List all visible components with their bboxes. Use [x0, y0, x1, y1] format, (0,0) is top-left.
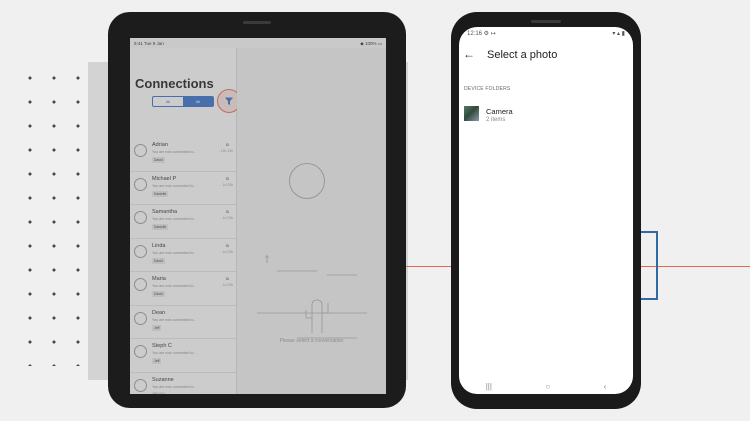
avatar-icon — [134, 211, 147, 224]
segmented-control[interactable]: All All — [152, 96, 214, 107]
connection-tag: Jeff — [152, 324, 162, 331]
connection-message: You are now connected to... — [152, 183, 197, 188]
segment-all-1[interactable]: All — [153, 97, 183, 106]
folder-count: 2 items — [486, 117, 506, 123]
camera-folder-thumbnail — [464, 106, 479, 121]
connection-time: - 1d 23h — [220, 249, 233, 254]
connection-name: Dean — [152, 309, 166, 316]
list-item[interactable]: Linda You are now connected to... David ⍺ - … — [130, 239, 236, 272]
connection-time: - 1d 23h — [220, 216, 233, 220]
connection-name: Linda — [152, 242, 166, 249]
connection-message: You are now connected to... — [152, 384, 197, 389]
conversation-detail-pane: Please select a conversation — [237, 48, 386, 394]
avatar-icon — [134, 378, 147, 392]
bell-icon: ⍺ — [225, 142, 229, 148]
connection-name: Maria — [152, 276, 166, 282]
tablet-device: 9:41 Tue 9 Jan ◆ 100% ▭ Connections All … — [108, 12, 406, 408]
connection-tag: David — [152, 391, 165, 394]
phone-status-icons: ▾ ▴ ▮ — [612, 31, 625, 37]
avatar-icon — [134, 345, 147, 358]
dot-grid-decoration — [18, 66, 96, 366]
back-arrow-icon[interactable]: ← — [463, 47, 475, 61]
phone-status-time: 12:16 ⚙ ↦ — [467, 31, 496, 37]
folder-item-camera[interactable]: Camera 2 items — [459, 102, 633, 132]
connection-tag: David — [152, 157, 165, 163]
tablet-screen: 9:41 Tue 9 Jan ◆ 100% ▭ Connections All … — [130, 38, 386, 394]
connection-message: You are now connected to... — [152, 250, 197, 255]
nav-back-button[interactable]: ‹ — [604, 382, 607, 391]
connection-name: Steph C — [152, 343, 172, 349]
connection-tag: Danielle — [152, 190, 169, 197]
connection-tag: Jeff — [152, 358, 162, 364]
app-bar: ← Select a photo — [459, 41, 633, 71]
avatar-icon — [134, 278, 147, 291]
phone-status-bar: 12:16 ⚙ ↦ ▾ ▴ ▮ — [459, 27, 633, 39]
connection-tag: David — [152, 291, 165, 297]
avatar-icon — [134, 144, 147, 157]
filter-icon — [225, 97, 233, 105]
list-item[interactable]: SuzanneYou are now connected to... David — [130, 373, 236, 394]
list-item[interactable]: Adrian You are now connected to... David ⍺ -… — [130, 138, 236, 172]
connection-message: You are now connected to... — [152, 284, 197, 288]
avatar-icon — [134, 177, 147, 191]
connection-name: Suzanne — [152, 376, 174, 383]
bracket-decoration — [640, 231, 658, 300]
connection-tag: David — [152, 257, 165, 264]
connection-time: - 1d 23h — [220, 283, 233, 287]
segment-all-2[interactable]: All — [183, 97, 213, 106]
connection-message: You are now connected to... — [152, 150, 197, 154]
connection-time: - 1d 23h — [220, 182, 233, 187]
nav-recent-button[interactable]: ||| — [486, 382, 492, 391]
empty-state-circle — [289, 163, 325, 199]
list-item[interactable]: Samantha You are now connected to... Danie… — [130, 205, 236, 239]
bell-icon: ⍺ — [225, 242, 229, 249]
screen-title: Select a photo — [487, 49, 558, 61]
page-title: Connections — [135, 76, 214, 91]
connection-tag: Danielle — [152, 224, 169, 230]
list-item[interactable]: Steph C You are now connected to... Jeff — [130, 339, 236, 373]
empty-state-hint: Please select a conversation — [279, 338, 344, 344]
list-item[interactable]: Michael P You are now connected to... Dani… — [130, 172, 236, 205]
connection-name: Michael P — [152, 175, 177, 182]
list-item[interactable]: Dean You are now connected to... Jeff — [130, 306, 236, 339]
connection-message: You are now connected to... — [152, 317, 197, 322]
phone-speaker — [531, 20, 561, 23]
system-nav-bar: ||| ○ ‹ — [459, 379, 633, 394]
tablet-speaker — [243, 21, 271, 24]
connection-name: Adrian — [152, 142, 168, 148]
bell-icon: ⍺ — [225, 175, 229, 182]
list-item[interactable]: Maria You are now connected to... David ⍺ - … — [130, 272, 236, 306]
connection-name: Samantha — [152, 209, 178, 215]
tablet-status-bar: 9:41 Tue 9 Jan ◆ 100% ▭ — [130, 38, 386, 48]
connector-line-left — [405, 266, 453, 267]
phone-screen: 12:16 ⚙ ↦ ▾ ▴ ▮ ← Select a photo DEVICE … — [459, 27, 633, 394]
tablet-status-time: 9:41 Tue 9 Jan — [134, 41, 164, 46]
nav-home-button[interactable]: ○ — [545, 382, 550, 391]
tablet-status-battery: ◆ 100% ▭ — [360, 41, 382, 46]
avatar-icon — [134, 311, 147, 325]
connection-message: You are now connected to... — [152, 351, 197, 355]
bell-icon: ⍺ — [225, 209, 229, 215]
connection-list: Adrian You are now connected to... David ⍺ -… — [130, 138, 236, 394]
section-header: DEVICE FOLDERS — [464, 86, 511, 92]
avatar-icon — [134, 244, 147, 258]
connections-list-pane: Connections All All Adrian You are now co… — [130, 48, 241, 394]
phone-device: 12:16 ⚙ ↦ ▾ ▴ ▮ ← Select a photo DEVICE … — [451, 12, 641, 409]
connection-time: - 12h 23h — [218, 149, 233, 153]
bell-icon: ⍺ — [225, 276, 229, 282]
folder-name: Camera — [486, 107, 513, 116]
connection-message: You are now connected to... — [152, 217, 197, 221]
